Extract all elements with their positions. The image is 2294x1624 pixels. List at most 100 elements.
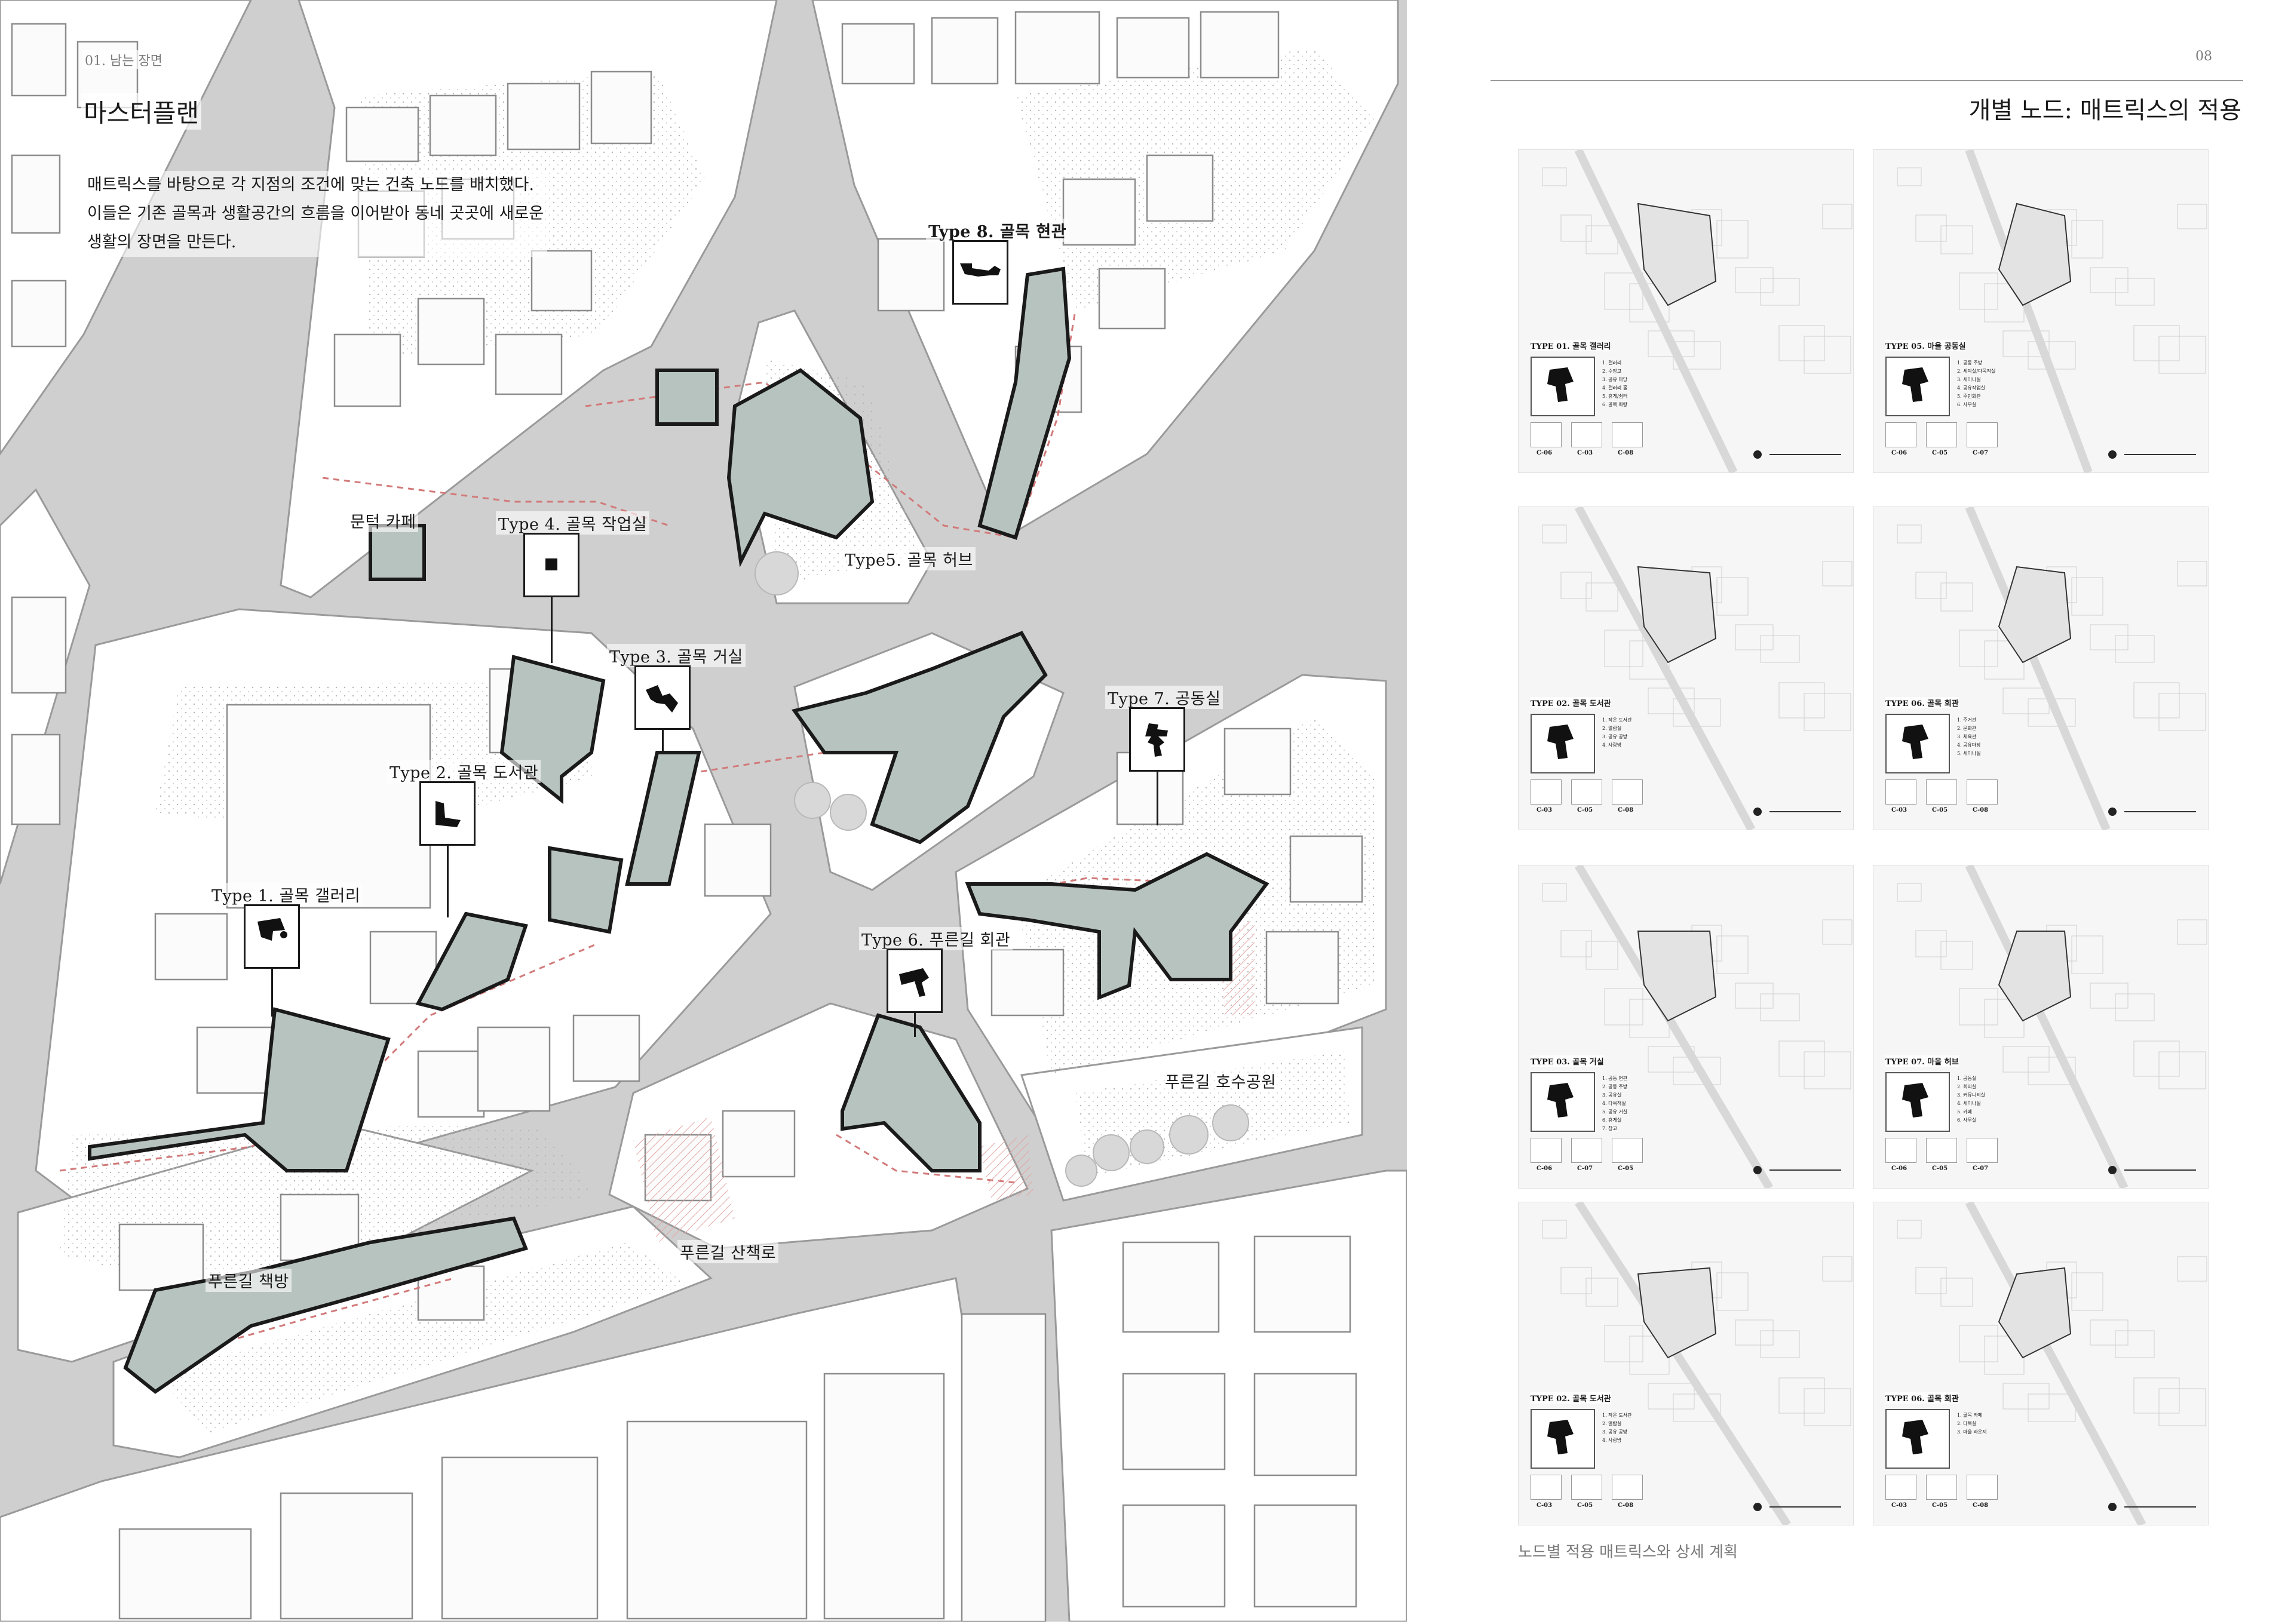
matrix-cell-label: C-08 xyxy=(1618,1502,1634,1509)
node-panel-title: TYPE 05. 마을 공동실 xyxy=(1885,340,1966,351)
node-program-list: 1. 작은 도서관 2. 열람실 3. 공유 공방 4. 사랑방 xyxy=(1602,716,1632,750)
node-panel-title: TYPE 02. 골목 도서관 xyxy=(1531,1392,1611,1404)
matrix-cell-label: C-06 xyxy=(1891,450,1907,456)
matrix-cell-thumb xyxy=(1885,779,1916,805)
program-item: 2. 공동 주방 xyxy=(1602,1084,1628,1089)
program-item: 1. 작은 도서관 xyxy=(1602,717,1632,723)
program-item: 5. 공유 거실 xyxy=(1602,1109,1628,1115)
node-shape-icon xyxy=(1531,357,1595,416)
node-type4-north xyxy=(655,369,719,426)
program-item: 6. 사무실 xyxy=(1957,402,1977,407)
type8-icon-card xyxy=(952,240,1008,305)
program-item: 7. 창고 xyxy=(1602,1126,1617,1131)
page-title: 마스터플랜 xyxy=(81,93,202,130)
matrix-cell-thumb xyxy=(1926,422,1957,447)
program-item: 5. 휴게/쉼터 xyxy=(1602,394,1628,399)
program-item: 6. 휴게실 xyxy=(1602,1118,1622,1123)
node-program-list: 1. 공동 주방 2. 세탁실/다목적실 3. 세미나실 4. 공유작업실 5. 주민회… xyxy=(1957,359,1995,409)
node-site-plan xyxy=(1897,150,2207,472)
program-item: 5. 카페 xyxy=(1957,1109,1972,1115)
label-type4: Type 4. 골목 작업실 xyxy=(496,511,650,535)
label-type1: Type 1. 골목 갤러리 xyxy=(209,883,363,906)
matrix-cell-thumb xyxy=(1612,1475,1643,1500)
type1-icon-card xyxy=(244,904,300,969)
type2-icon-card xyxy=(419,781,476,846)
program-item: 6. 사무실 xyxy=(1957,1118,1977,1123)
node-program-list: 1. 공동실 2. 회의실 3. 커뮤니티실 4. 세미나실 5. 카페 6. 사무실 xyxy=(1957,1075,1985,1125)
node-panel: TYPE 06. 골목 회관 1. 주거관 2. 문화관 3. 체육관 4. 공유마당 5… xyxy=(1873,506,2209,830)
label-bookroom: 푸른길 책방 xyxy=(206,1269,292,1292)
matrix-cell-thumb xyxy=(1612,1138,1643,1163)
node-panel-title: TYPE 01. 골목 갤러리 xyxy=(1531,340,1611,351)
program-item: 4. 세미나실 xyxy=(1957,1101,1981,1106)
node-shape-icon xyxy=(1885,1409,1950,1469)
program-item: 1. 골목 카페 xyxy=(1957,1413,1983,1418)
label-type6: Type 6. 푸른길 회관 xyxy=(859,927,1013,950)
matrix-cell-label: C-03 xyxy=(1577,450,1593,456)
section-label: 01. 남는 장면 xyxy=(82,50,165,69)
matrix-cell-label: C-06 xyxy=(1537,1165,1553,1172)
node-site-plan xyxy=(1542,865,1853,1188)
label-trail: 푸른길 산책로 xyxy=(677,1240,779,1263)
node-panel-title: TYPE 03. 골목 거실 xyxy=(1531,1055,1604,1067)
matrix-cell-label: C-05 xyxy=(1932,1165,1948,1172)
matrix-cell-label: C-08 xyxy=(1618,450,1634,456)
program-item: 4. 사랑방 xyxy=(1602,742,1622,748)
node-panel-title: TYPE 06. 골목 회관 xyxy=(1885,697,1959,708)
matrix-cell-thumb xyxy=(1885,1138,1916,1163)
node-panel: TYPE 03. 골목 거실 1. 공동 현관 2. 공동 주방 3. 공유실 4. 다… xyxy=(1518,865,1854,1189)
matrix-cell-thumb xyxy=(1531,779,1562,805)
type6-icon-card xyxy=(887,948,943,1013)
node-shape-icon xyxy=(1531,714,1595,773)
intro-line-3: 생활의 장면을 만든다. xyxy=(87,233,237,251)
node-program-list: 1. 갤러리 2. 수장고 3. 공유 마당 4. 갤러리 홀 5. 휴게/쉼터 6. 골… xyxy=(1602,359,1627,409)
matrix-cell-label: C-07 xyxy=(1973,1165,1989,1172)
program-item: 4. 공유마당 xyxy=(1957,742,1981,748)
matrix-cell-thumb xyxy=(1571,1138,1602,1163)
label-type5: Type5. 골목 허브 xyxy=(842,547,976,570)
program-item: 2. 수장고 xyxy=(1602,369,1622,374)
node-shape-icon xyxy=(1531,1072,1595,1132)
program-item: 1. 갤러리 xyxy=(1602,360,1622,366)
matrix-cell-label: C-08 xyxy=(1973,807,1989,813)
intro-line-1: 매트릭스를 바탕으로 각 지점의 조건에 맞는 건축 노드를 배치했다. xyxy=(87,176,534,194)
node-panel: TYPE 02. 골목 도서관 1. 작은 도서관 2. 열람실 3. 공유 공방 4.… xyxy=(1518,506,1854,830)
intro-line-2: 이들은 기존 골목과 생활공간의 흐름을 이어받아 동네 곳곳에 새로운 xyxy=(87,204,544,223)
matrix-cell-thumb xyxy=(1531,1475,1562,1500)
matrix-cell-thumb xyxy=(1571,1475,1602,1500)
program-item: 2. 열람실 xyxy=(1602,1421,1622,1426)
program-item: 3. 공유 마당 xyxy=(1602,377,1628,382)
node-type4 xyxy=(548,846,624,934)
right-page: 08 개별 노드: 매트릭스의 적용 TYPE 01. 골목 갤러리 1. 갤러리… xyxy=(1407,0,2294,1622)
matrix-cell-thumb xyxy=(1885,422,1916,447)
matrix-cell-thumb xyxy=(1967,1475,1998,1500)
node-panel: TYPE 07. 마을 허브 1. 공동실 2. 회의실 3. 커뮤니티실 4. 세미나… xyxy=(1873,865,2209,1189)
program-item: 3. 체육관 xyxy=(1957,734,1977,739)
page-number: 08 xyxy=(2195,49,2212,64)
matrix-cell-label: C-05 xyxy=(1932,1502,1948,1509)
matrix-cell-label: C-07 xyxy=(1577,1165,1593,1172)
matrix-cell-label: C-07 xyxy=(1973,450,1989,456)
program-item: 2. 문화관 xyxy=(1957,726,1977,731)
matrix-cell-thumb xyxy=(1612,779,1643,805)
program-item: 3. 공유실 xyxy=(1602,1092,1622,1098)
program-item: 3. 공유 공방 xyxy=(1602,734,1628,739)
node-shape-icon xyxy=(1531,1409,1595,1469)
label-type7: Type 7. 공동실 xyxy=(1105,686,1223,709)
program-item: 2. 열람실 xyxy=(1602,726,1622,731)
matrix-cell-label: C-03 xyxy=(1537,807,1553,813)
node-panel: TYPE 05. 마을 공동실 1. 공동 주방 2. 세탁실/다목적실 3. 세미나… xyxy=(1873,149,2209,473)
header-rule xyxy=(1491,80,2243,81)
matrix-cell-thumb xyxy=(1885,1475,1916,1500)
program-item: 6. 골목 화랑 xyxy=(1602,402,1628,407)
node-shape-icon xyxy=(1885,714,1950,773)
node-site-plan xyxy=(1897,1202,2207,1525)
node-cafe xyxy=(369,524,426,581)
label-type3: Type 3. 골목 거실 xyxy=(607,644,746,667)
matrix-cell-label: C-05 xyxy=(1932,450,1948,456)
node-panel: TYPE 02. 골목 도서관 1. 작은 도서관 2. 열람실 3. 공유 공방 4.… xyxy=(1518,1202,1854,1525)
label-type8: Type 8. 골목 현관 xyxy=(926,219,1069,242)
program-item: 5. 세미나실 xyxy=(1957,751,1981,756)
matrix-cell-thumb xyxy=(1926,1138,1957,1163)
matrix-cell-thumb xyxy=(1967,422,1998,447)
